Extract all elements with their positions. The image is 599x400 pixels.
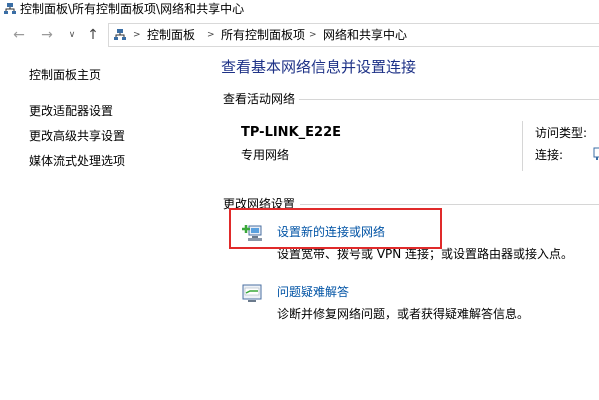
network-type-link[interactable]: 专用网络 bbox=[241, 147, 289, 163]
title-bar: 控制面板\所有控制面板项\网络和共享中心 bbox=[0, 0, 599, 20]
back-arrow-icon[interactable]: ← bbox=[10, 25, 28, 45]
troubleshoot-icon[interactable] bbox=[241, 282, 263, 304]
access-type-label: 访问类型: bbox=[535, 126, 588, 140]
troubleshoot-link[interactable]: 问题疑难解答 bbox=[277, 284, 349, 300]
new-connection-icon[interactable] bbox=[241, 222, 263, 244]
sidebar-item-control-panel-home[interactable]: 控制面板主页 bbox=[29, 67, 101, 83]
breadcrumb-chevron-icon[interactable]: > bbox=[309, 28, 317, 42]
up-arrow-icon[interactable]: ↑ bbox=[84, 25, 102, 45]
breadcrumb-network-center[interactable]: 网络和共享中心 bbox=[323, 28, 407, 42]
breadcrumb-chevron-icon[interactable]: > bbox=[207, 28, 215, 42]
page-title: 查看基本网络信息并设置连接 bbox=[221, 58, 417, 76]
forward-arrow-icon[interactable]: → bbox=[38, 25, 56, 45]
breadcrumb-all-items[interactable]: 所有控制面板项 bbox=[221, 28, 305, 42]
network-icon bbox=[114, 29, 126, 40]
setup-new-connection-description: 设置宽带、拨号或 VPN 连接；或设置路由器或接入点。 bbox=[277, 247, 574, 261]
vertical-divider bbox=[522, 121, 523, 171]
troubleshoot-description: 诊断并修复网络问题，或者获得疑难解答信息。 bbox=[277, 307, 530, 321]
active-networks-heading: 查看活动网络 bbox=[223, 92, 300, 106]
navigation-bar: ← → ∨ ↑ > 控制面板 > 所有控制面板项 > 网络和共享中心 bbox=[0, 20, 599, 50]
section-divider bbox=[296, 99, 599, 100]
setup-new-connection-link[interactable]: 设置新的连接或网络 bbox=[277, 224, 385, 240]
recent-locations-chevron-icon[interactable]: ∨ bbox=[63, 25, 81, 45]
connection-label: 连接: bbox=[535, 148, 564, 162]
address-bar[interactable]: > 控制面板 > 所有控制面板项 > 网络和共享中心 bbox=[108, 23, 599, 47]
section-divider bbox=[300, 204, 599, 205]
window-title: 控制面板\所有控制面板项\网络和共享中心 bbox=[20, 2, 245, 16]
network-name: TP-LINK_E22E bbox=[241, 125, 341, 140]
sidebar-item-adapter-settings[interactable]: 更改适配器设置 bbox=[29, 103, 113, 119]
sidebar-item-media-streaming[interactable]: 媒体流式处理选项 bbox=[29, 153, 125, 169]
wifi-connection-icon[interactable] bbox=[593, 145, 599, 161]
network-icon bbox=[4, 3, 16, 14]
sidebar-item-advanced-sharing[interactable]: 更改高级共享设置 bbox=[29, 128, 125, 144]
breadcrumb-control-panel[interactable]: 控制面板 bbox=[147, 28, 195, 42]
breadcrumb-chevron-icon[interactable]: > bbox=[133, 28, 141, 42]
change-settings-heading: 更改网络设置 bbox=[223, 197, 300, 211]
